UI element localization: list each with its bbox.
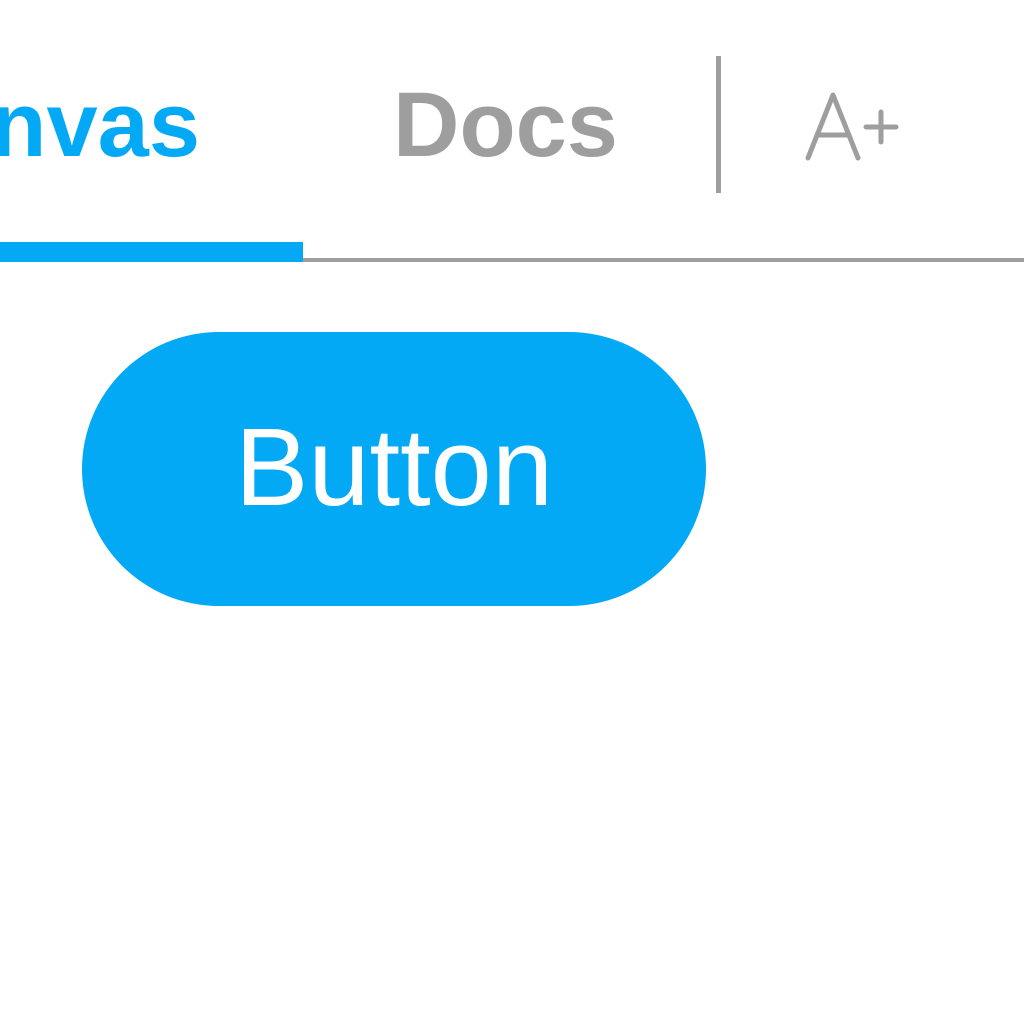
tab-canvas[interactable]: Canvas [0, 70, 200, 180]
font-size-increase-icon [805, 92, 899, 161]
tab-bar-divider [716, 56, 721, 193]
font-size-increase-button[interactable] [790, 80, 914, 180]
tab-docs[interactable]: Docs [393, 70, 618, 180]
tab-bar: Canvas Docs [0, 0, 1024, 262]
primary-button[interactable]: Button [82, 332, 706, 606]
app-page: Canvas Docs Button [0, 0, 1024, 1024]
active-tab-indicator [0, 242, 303, 262]
primary-button-label: Button [234, 405, 554, 529]
